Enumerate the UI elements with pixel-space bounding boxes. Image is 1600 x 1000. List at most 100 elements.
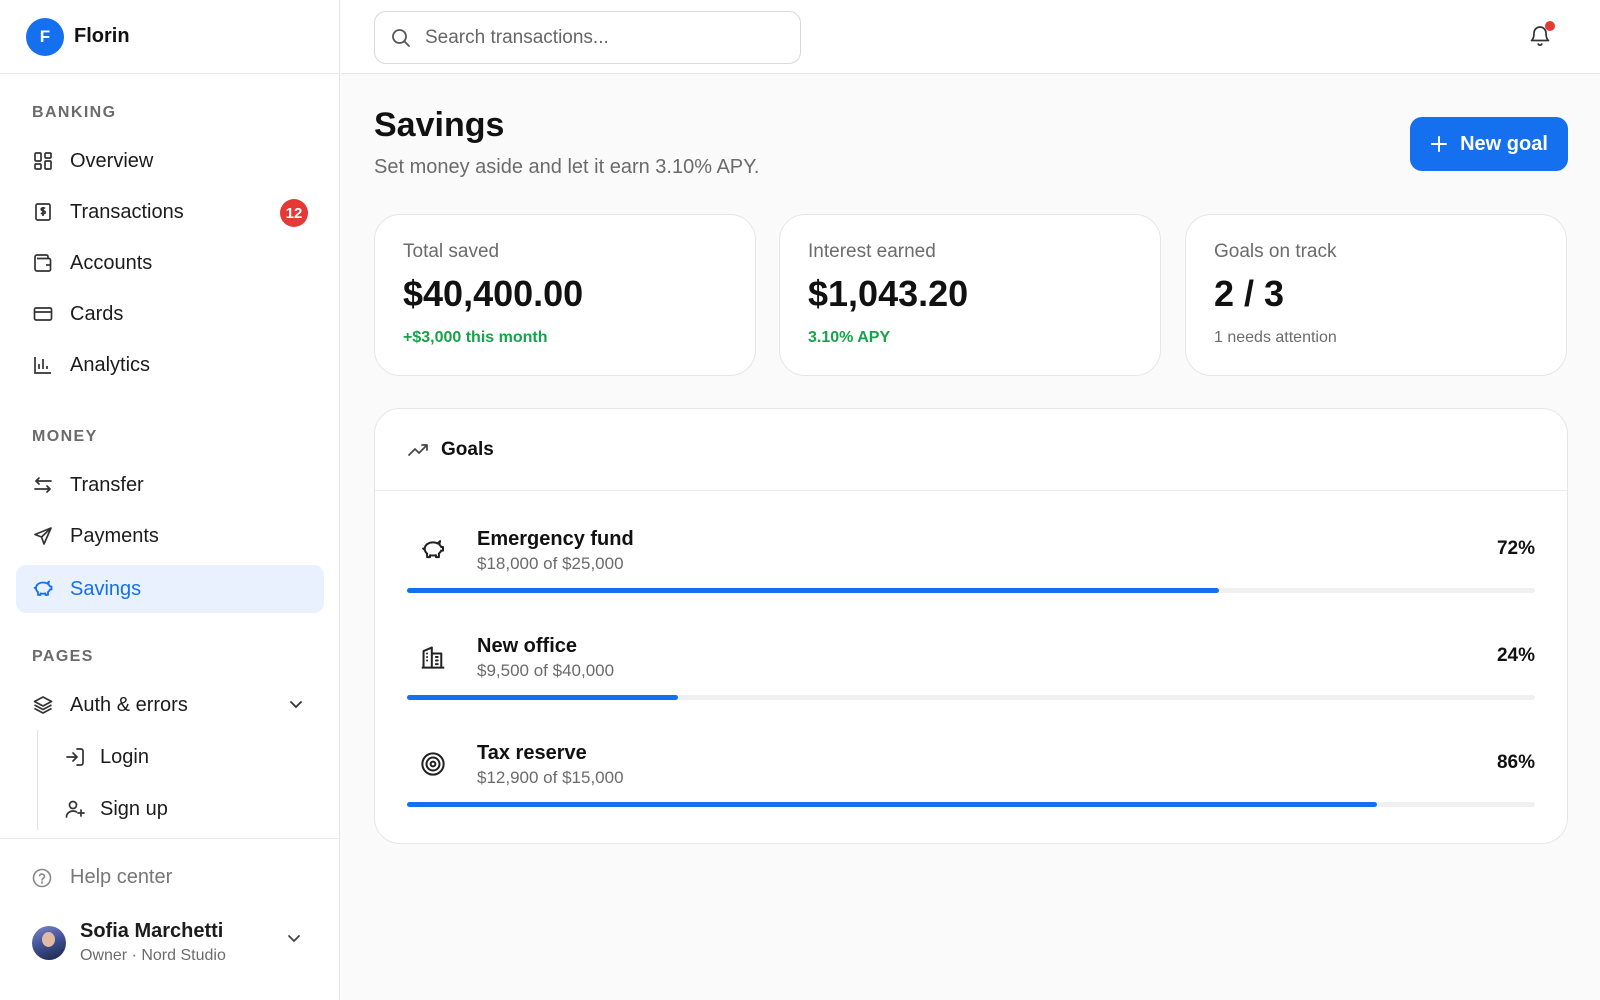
user-role: Owner · Nord Studio bbox=[80, 947, 226, 964]
search-input[interactable] bbox=[425, 26, 765, 49]
bar-chart-icon bbox=[32, 354, 54, 376]
sidebar-item-auth-errors[interactable]: Auth & errors bbox=[16, 681, 324, 729]
sidebar-item-overview[interactable]: Overview bbox=[16, 137, 324, 185]
goal-percent: 72% bbox=[1496, 538, 1535, 559]
goal-percent: 86% bbox=[1496, 752, 1535, 773]
bell-icon bbox=[1528, 26, 1552, 52]
layers-icon bbox=[32, 694, 54, 716]
stat-note: 1 needs attention bbox=[1214, 329, 1337, 346]
building-icon bbox=[419, 643, 447, 671]
trending-up-icon bbox=[407, 439, 429, 461]
section-label-banking: BANKING bbox=[32, 104, 117, 121]
goal-progress-track bbox=[407, 588, 1535, 593]
sidebar-item-label: Analytics bbox=[70, 353, 151, 376]
topbar bbox=[341, 0, 1600, 74]
stat-value: $1,043.20 bbox=[808, 273, 969, 314]
goal-row-tax-reserve[interactable]: Tax reserve $12,900 of $15,000 86% bbox=[407, 740, 1535, 830]
user-menu[interactable]: Sofia Marchetti Owner · Nord Studio bbox=[32, 920, 322, 965]
user-plus-icon bbox=[64, 798, 86, 820]
sidebar-item-accounts[interactable]: Accounts bbox=[16, 239, 324, 287]
sidebar-item-label: Cards bbox=[70, 302, 124, 325]
goal-progress-fill bbox=[407, 695, 678, 700]
goal-amount: $9,500 of $40,000 bbox=[477, 661, 615, 680]
sidebar-item-transactions[interactable]: Transactions 12 bbox=[16, 188, 324, 236]
stat-card-interest-earned: Interest earned $1,043.20 3.10% APY bbox=[779, 214, 1161, 376]
sidebar-item-label: Savings bbox=[70, 577, 142, 600]
brand[interactable]: F Florin bbox=[0, 0, 339, 74]
sidebar-item-label: Payments bbox=[70, 524, 159, 547]
receipt-icon bbox=[32, 201, 54, 223]
piggy-bank-icon bbox=[419, 536, 447, 564]
goal-amount: $12,900 of $15,000 bbox=[477, 768, 624, 787]
send-icon bbox=[32, 525, 54, 547]
goal-row-new-office[interactable]: New office $9,500 of $40,000 24% bbox=[407, 633, 1535, 723]
brand-logo: F bbox=[26, 17, 64, 56]
help-center-label: Help center bbox=[70, 866, 173, 888]
stat-card-total-saved: Total saved $40,400.00 +$3,000 this mont… bbox=[374, 214, 756, 376]
login-icon bbox=[64, 746, 86, 768]
sidebar-item-login[interactable]: Login bbox=[48, 735, 324, 779]
wallet-icon bbox=[32, 252, 54, 274]
arrows-icon bbox=[32, 474, 54, 496]
sidebar-item-payments[interactable]: Payments bbox=[16, 512, 324, 560]
search-icon bbox=[391, 28, 411, 48]
goal-name: Tax reserve bbox=[477, 742, 587, 764]
goal-name: Emergency fund bbox=[477, 528, 634, 550]
help-center-link[interactable]: Help center bbox=[32, 866, 172, 889]
sidebar-item-label: Login bbox=[100, 745, 149, 768]
page-title: Savings bbox=[374, 106, 505, 144]
target-icon bbox=[419, 750, 447, 778]
chevron-down-icon[interactable] bbox=[286, 930, 302, 951]
section-label-pages: PAGES bbox=[32, 648, 94, 665]
sidebar-item-label: Transfer bbox=[70, 473, 144, 496]
new-goal-label: New goal bbox=[1460, 132, 1548, 155]
grid-icon bbox=[32, 150, 54, 172]
stat-label: Total saved bbox=[403, 241, 500, 262]
stat-label: Goals on track bbox=[1214, 241, 1337, 262]
stat-value: $40,400.00 bbox=[403, 273, 584, 314]
goals-header: Goals bbox=[375, 409, 1567, 491]
goal-progress-fill bbox=[407, 588, 1220, 593]
search-box[interactable] bbox=[374, 11, 801, 64]
goals-card: Goals Emergency fund $18,000 of $25,000 … bbox=[374, 408, 1568, 844]
sidebar-item-sign-up[interactable]: Sign up bbox=[48, 787, 324, 831]
stat-note: 3.10% APY bbox=[808, 329, 891, 346]
sidebar-item-savings[interactable]: Savings bbox=[16, 565, 324, 613]
goal-name: New office bbox=[477, 635, 578, 657]
new-goal-button[interactable]: New goal bbox=[1410, 117, 1568, 171]
sidebar-item-cards[interactable]: Cards bbox=[16, 290, 324, 338]
sidebar-item-label: Overview bbox=[70, 149, 154, 172]
stat-label: Interest earned bbox=[808, 241, 936, 262]
stat-card-goals-on-track: Goals on track 2 / 3 1 needs attention bbox=[1185, 214, 1567, 376]
sidebar: F Florin BANKING Overview Transactions 1… bbox=[0, 0, 340, 1000]
section-label-money: MONEY bbox=[32, 428, 98, 445]
notifications-button[interactable] bbox=[1528, 21, 1555, 52]
plus-icon bbox=[1430, 135, 1448, 153]
card-icon bbox=[32, 303, 54, 325]
brand-name: Florin bbox=[74, 25, 130, 47]
stat-value: 2 / 3 bbox=[1214, 273, 1285, 314]
transactions-count-badge: 12 bbox=[280, 199, 308, 227]
sidebar-item-label: Auth & errors bbox=[70, 693, 188, 716]
piggy-bank-icon bbox=[32, 578, 54, 600]
sidebar-item-transfer[interactable]: Transfer bbox=[16, 461, 324, 509]
avatar bbox=[32, 925, 66, 960]
goal-row-emergency-fund[interactable]: Emergency fund $18,000 of $25,000 72% bbox=[407, 526, 1535, 616]
goal-amount: $18,000 of $25,000 bbox=[477, 554, 624, 573]
help-icon bbox=[32, 867, 54, 889]
sidebar-divider bbox=[0, 838, 340, 839]
sidebar-item-label: Sign up bbox=[100, 797, 168, 820]
goal-progress-track bbox=[407, 802, 1535, 807]
notification-dot bbox=[1545, 21, 1555, 31]
submenu-guide-line bbox=[37, 730, 38, 830]
chevron-down-icon[interactable] bbox=[288, 695, 304, 718]
goal-progress-track bbox=[407, 695, 1535, 700]
user-name: Sofia Marchetti bbox=[80, 920, 224, 942]
page-subtitle: Set money aside and let it earn 3.10% AP… bbox=[374, 156, 760, 178]
stat-note: +$3,000 this month bbox=[403, 329, 548, 346]
goal-progress-fill bbox=[407, 802, 1378, 807]
goals-title: Goals bbox=[441, 438, 494, 460]
sidebar-item-label: Accounts bbox=[70, 251, 153, 274]
sidebar-item-analytics[interactable]: Analytics bbox=[16, 341, 324, 389]
goal-percent: 24% bbox=[1496, 645, 1535, 666]
